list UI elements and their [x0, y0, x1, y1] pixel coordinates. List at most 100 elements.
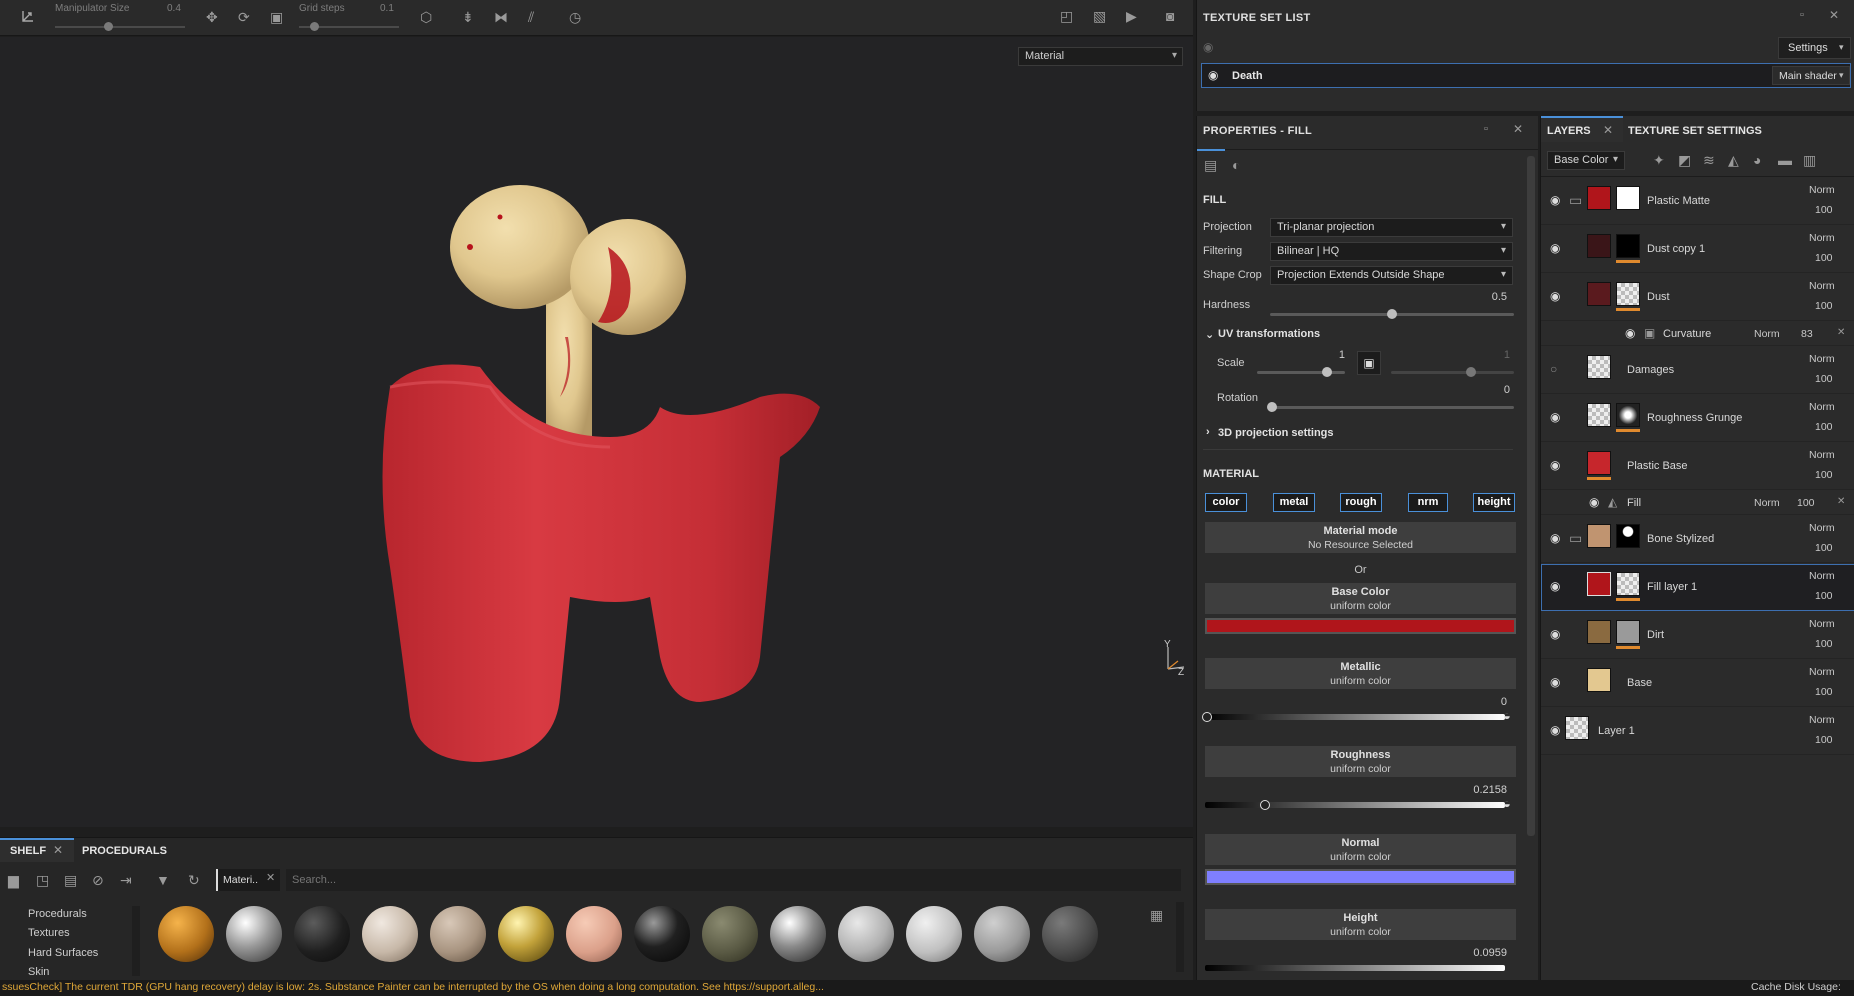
shelf-scrollbar[interactable] — [1176, 902, 1184, 972]
material-thumb[interactable] — [158, 906, 214, 962]
material-sphere-icon[interactable]: ◐ — [1232, 158, 1240, 172]
maximize-icon[interactable]: ▫ — [1800, 10, 1804, 21]
layer-opacity[interactable]: 100 — [1815, 204, 1833, 216]
material-thumb[interactable] — [634, 906, 690, 962]
shelf-category-skin[interactable]: Skin — [28, 966, 49, 978]
layer-opacity[interactable]: 100 — [1815, 734, 1833, 746]
blend-mode[interactable]: Norm — [1754, 497, 1780, 509]
screenshot-icon[interactable]: ◙ — [1166, 9, 1174, 23]
reset-icon[interactable]: ↻ — [188, 873, 200, 887]
snap-icon[interactable]: ⫽ — [528, 10, 534, 24]
camera-icon[interactable]: ▶ — [1126, 9, 1137, 23]
layer-opacity[interactable]: 100 — [1815, 590, 1833, 602]
eye-icon[interactable]: ◉ — [1550, 242, 1560, 254]
layer-opacity[interactable]: 100 — [1815, 252, 1833, 264]
add-layer-icon[interactable]: ≋ — [1703, 153, 1715, 167]
shelf-search-input[interactable] — [286, 869, 1181, 891]
blend-mode[interactable]: Norm — [1754, 328, 1780, 340]
material-thumb[interactable] — [294, 906, 350, 962]
close-icon[interactable]: ✕ — [1837, 328, 1845, 338]
mask-thumbnail[interactable] — [1616, 186, 1640, 210]
shelf-category-textures[interactable]: Textures — [28, 927, 70, 939]
eye-icon[interactable]: ◉ — [1550, 290, 1560, 302]
3d-projection-settings[interactable]: 3D projection settings — [1218, 427, 1334, 439]
layer-row[interactable]: ◉ Layer 1 Norm 100 — [1541, 708, 1854, 755]
scale-v-knob[interactable] — [1466, 367, 1476, 377]
scale-icon[interactable]: ▣ — [270, 10, 283, 24]
projection-select[interactable]: Tri-planar projection ▾ — [1270, 218, 1513, 237]
blend-mode[interactable]: Norm — [1809, 522, 1835, 534]
layer-opacity[interactable]: 100 — [1815, 421, 1833, 433]
manipulator-size-knob[interactable] — [104, 22, 113, 31]
add-mask-icon[interactable]: ◩ — [1678, 153, 1691, 167]
settings-button[interactable]: Settings ▾ — [1778, 37, 1851, 59]
eye-icon[interactable]: ◉ — [1589, 496, 1599, 508]
mask-thumbnail[interactable] — [1616, 572, 1640, 596]
normal-color-swatch[interactable] — [1205, 869, 1516, 885]
rotation-knob[interactable] — [1267, 402, 1277, 412]
shelf-category-procedurals[interactable]: Procedurals — [28, 908, 87, 920]
channel-chip-nrm[interactable]: nrm — [1408, 493, 1448, 512]
eye-icon[interactable]: ◉ — [1550, 411, 1560, 423]
layer-row-selected[interactable]: ◉ Fill layer 1 Norm 100 — [1541, 564, 1854, 611]
layer-row[interactable]: ◉ ▭ Plastic Matte Norm 100 — [1541, 178, 1854, 225]
blend-mode[interactable]: Norm — [1809, 714, 1835, 726]
eye-icon[interactable]: ◉ — [1550, 676, 1560, 688]
material-thumb[interactable] — [906, 906, 962, 962]
base-color-swatch[interactable] — [1205, 618, 1516, 634]
new-icon[interactable]: ◳ — [36, 873, 49, 887]
eye-icon[interactable]: ◉ — [1550, 628, 1560, 640]
filter-chip[interactable]: Materi.. ✕ — [216, 869, 280, 891]
shader-select[interactable]: Main shader ▾ — [1772, 66, 1850, 85]
add-folder-icon[interactable]: ▬ — [1778, 153, 1792, 167]
shelf-list-scrollbar[interactable] — [132, 906, 140, 976]
fill-settings-icon[interactable]: ▤ — [1204, 158, 1217, 172]
close-icon[interactable]: ✕ — [1513, 123, 1523, 135]
eye-icon[interactable]: ◉ — [1625, 327, 1635, 339]
close-icon[interactable]: ✕ — [1829, 9, 1839, 21]
material-thumb[interactable] — [702, 906, 758, 962]
filter-icon[interactable]: ▼ — [156, 873, 170, 887]
transform-icon[interactable] — [20, 9, 36, 25]
scale-v-slider[interactable] — [1391, 371, 1514, 374]
cube-icon[interactable]: ⬡ — [420, 10, 432, 24]
tab-layers[interactable]: LAYERS ✕ — [1541, 116, 1623, 142]
eye-icon[interactable]: ◉ — [1550, 194, 1560, 206]
align-icon[interactable]: ⇟ — [462, 10, 474, 24]
material-mode-block[interactable]: Material mode No Resource Selected — [1205, 522, 1516, 553]
mask-thumbnail[interactable] — [1616, 234, 1640, 258]
tab-shelf[interactable]: SHELF ✕ — [0, 838, 74, 862]
blend-mode[interactable]: Norm — [1809, 449, 1835, 461]
hardness-knob[interactable] — [1387, 309, 1397, 319]
grid-view-icon[interactable]: ▦ — [1150, 908, 1163, 922]
blend-mode[interactable]: Norm — [1809, 353, 1835, 365]
3d-viewport[interactable]: Material ▾ Y Z — [0, 37, 1193, 827]
layer-effect-row[interactable]: ◉ ▣ Curvature Norm 83 ✕ — [1541, 322, 1854, 346]
rotation-slider[interactable] — [1269, 406, 1514, 409]
blend-mode[interactable]: Norm — [1809, 184, 1835, 196]
material-thumb[interactable] — [770, 906, 826, 962]
layer-opacity[interactable]: 100 — [1815, 469, 1833, 481]
channel-select[interactable]: Base Color ▾ — [1547, 151, 1625, 170]
channel-chip-rough[interactable]: rough — [1340, 493, 1382, 512]
move-icon[interactable]: ✥ — [206, 10, 218, 24]
shape-crop-select[interactable]: Projection Extends Outside Shape ▾ — [1270, 266, 1513, 285]
effect-opacity[interactable]: 83 — [1801, 328, 1813, 340]
mask-thumbnail[interactable] — [1616, 403, 1640, 427]
folder-icon[interactable]: ▆ — [8, 873, 19, 887]
add-effect-icon[interactable]: ◕ — [1753, 153, 1761, 167]
rotate-icon[interactable]: ⟳ — [238, 10, 250, 24]
layer-effect-row[interactable]: ◉ ◭ Fill Norm 100 ✕ — [1541, 491, 1854, 515]
eye-icon[interactable]: ◉ — [1550, 580, 1560, 592]
material-thumb[interactable] — [362, 906, 418, 962]
layer-opacity[interactable]: 100 — [1815, 300, 1833, 312]
height-slider[interactable] — [1205, 965, 1505, 971]
chevron-down-icon[interactable]: ⌄ — [1205, 328, 1214, 341]
material-thumb[interactable] — [226, 906, 282, 962]
view-3d-icon[interactable]: ▧ — [1093, 9, 1106, 23]
eye-icon[interactable]: ◉ — [1550, 459, 1560, 471]
chevron-right-icon[interactable]: › — [1206, 426, 1210, 438]
import-icon[interactable]: ⇥ — [120, 873, 132, 887]
effect-opacity[interactable]: 100 — [1797, 497, 1815, 509]
folder-icon[interactable]: ▭ — [1569, 193, 1582, 207]
